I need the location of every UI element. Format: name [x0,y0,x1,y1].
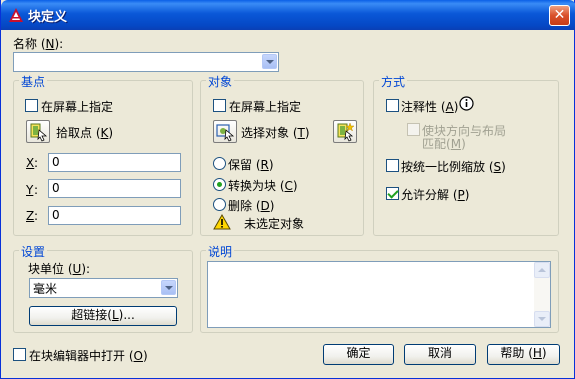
description-textarea[interactable] [207,261,551,328]
match-orientation-checkbox[interactable] [407,123,420,136]
convert-to-block-radio[interactable] [213,178,226,191]
description-scrollbar[interactable] [534,262,550,327]
scroll-up-icon[interactable] [534,262,550,278]
help-button[interactable]: 帮助 (H) [487,344,560,365]
select-objects-icon [216,124,235,142]
y-label: Y [26,183,34,197]
info-icon[interactable] [459,96,474,111]
block-unit-combobox[interactable]: 毫米 [29,278,178,298]
base-point-specify-checkbox[interactable] [25,99,38,112]
allow-exploding-checkbox[interactable] [386,187,399,200]
block-unit-value: 毫米 [33,282,58,296]
base-point-title: 基点 [19,73,48,90]
warning-icon [213,214,231,230]
ok-button[interactable]: 确定 [323,344,394,365]
x-input[interactable]: 0 [48,153,181,172]
retain-radio[interactable] [213,157,226,170]
annotative-label: 注释性 (A) [401,100,459,114]
delete-label: 删除 (D) [228,199,275,213]
allow-exploding-label: 允许分解 (P) [401,188,470,202]
annotative-checkbox[interactable] [386,99,399,112]
objects-title: 对象 [206,73,235,90]
objects-specify-checkbox[interactable] [213,99,226,112]
delete-radio[interactable] [213,198,226,211]
base-point-specify-label: 在屏幕上指定 [41,100,114,114]
open-in-block-editor-label: 在块编辑器中打开 (O) [29,349,148,363]
settings-title: 设置 [19,243,48,260]
cancel-button[interactable]: 取消 [404,344,476,365]
close-icon: ✕ [553,7,566,23]
name-label: 名称 (N): [13,37,64,51]
block-definition-dialog: 块定义 ✕ 名称 (N): 基点 在屏幕上指定 拾取点 (K) X: 0 Y: … [0,0,575,379]
convert-to-block-label: 转换为块 (C) [228,179,298,193]
select-objects-button[interactable] [213,120,237,143]
hyperlink-button[interactable]: 超链接(L)... [29,306,177,326]
behavior-title: 方式 [379,73,408,90]
objects-specify-label: 在屏幕上指定 [229,100,302,114]
quick-select-button[interactable] [333,120,357,143]
y-input[interactable]: 0 [48,179,181,198]
select-objects-label: 选择对象 (T) [241,126,310,140]
pick-point-button[interactable] [26,120,50,143]
title-bar[interactable]: 块定义 ✕ [1,0,575,30]
retain-label: 保留 (R) [228,158,274,172]
z-label: Z [26,209,35,223]
block-unit-label: 块单位 (U): [28,262,91,276]
open-in-block-editor-checkbox[interactable] [13,348,26,361]
window-title: 块定义 [28,10,68,25]
pick-point-label: 拾取点 (K) [56,126,114,140]
scale-uniformly-checkbox[interactable] [386,159,399,172]
quick-select-icon [337,122,355,142]
name-dropdown-arrow[interactable] [262,54,277,69]
pick-point-icon [30,123,48,142]
block-unit-dropdown-arrow[interactable] [161,280,176,295]
name-combobox[interactable] [13,52,279,72]
x-label: X [26,156,35,170]
close-button[interactable]: ✕ [549,5,570,26]
match-orientation-label-line2: 匹配(M) [422,137,466,151]
description-title: 说明 [206,243,235,260]
scroll-down-icon[interactable] [534,311,550,327]
autocad-logo-icon [9,8,23,22]
scale-uniformly-label: 按统一比例缩放 (S) [401,160,506,174]
z-input[interactable]: 0 [48,206,181,225]
no-objects-selected-text: 未选定对象 [244,217,305,231]
